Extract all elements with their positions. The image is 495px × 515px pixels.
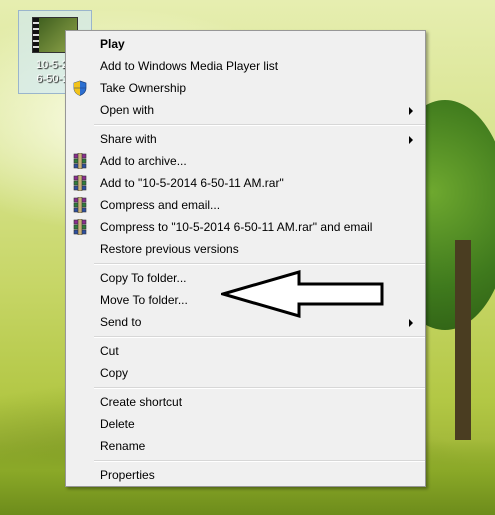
uac-shield-icon	[72, 80, 88, 96]
menu-item-cut[interactable]: Cut	[66, 340, 425, 362]
menu-item-compress-and-email[interactable]: Compress and email...	[66, 194, 425, 216]
menu-item-label: Play	[100, 37, 125, 51]
menu-item-restore-previous-versions[interactable]: Restore previous versions	[66, 238, 425, 260]
menu-separator	[94, 387, 425, 389]
menu-item-label: Compress to "10-5-2014 6-50-11 AM.rar" a…	[100, 220, 373, 234]
menu-item-label: Move To folder...	[100, 293, 188, 307]
menu-item-label: Compress and email...	[100, 198, 221, 212]
menu-item-add-to-archive[interactable]: Add to archive...	[66, 150, 425, 172]
menu-separator	[94, 124, 425, 126]
menu-item-copy[interactable]: Copy	[66, 362, 425, 384]
menu-item-delete[interactable]: Delete	[66, 413, 425, 435]
menu-separator	[94, 336, 425, 338]
menu-item-create-shortcut[interactable]: Create shortcut	[66, 391, 425, 413]
menu-separator	[94, 263, 425, 265]
menu-item-label: Share with	[100, 132, 157, 146]
menu-item-label: Add to archive...	[100, 154, 187, 168]
left-arrow-annotation-icon	[221, 270, 384, 318]
menu-item-label: Restore previous versions	[100, 242, 239, 256]
context-menu: Play Add to Windows Media Player list Take…	[65, 30, 426, 487]
menu-item-label: Delete	[100, 417, 135, 431]
menu-item-label: Properties	[100, 468, 155, 482]
menu-item-label: Take Ownership	[100, 81, 187, 95]
winrar-icon	[72, 152, 88, 170]
submenu-arrow-icon	[409, 107, 413, 115]
submenu-arrow-icon	[409, 136, 413, 144]
menu-item-label: Add to "10-5-2014 6-50-11 AM.rar"	[100, 176, 284, 190]
menu-item-label: Cut	[100, 344, 119, 358]
menu-item-label: Copy To folder...	[100, 271, 187, 285]
submenu-arrow-icon	[409, 319, 413, 327]
menu-item-play[interactable]: Play	[66, 33, 425, 55]
winrar-icon	[72, 218, 88, 236]
menu-item-label: Add to Windows Media Player list	[100, 59, 279, 73]
menu-item-add-to-10-5-2014-6-50-11-am-rar[interactable]: Add to "10-5-2014 6-50-11 AM.rar"	[66, 172, 425, 194]
menu-item-take-ownership[interactable]: Take Ownership	[66, 77, 425, 99]
winrar-icon	[72, 174, 88, 192]
menu-item-label: Copy	[100, 366, 129, 380]
menu-item-label: Rename	[100, 439, 146, 453]
menu-item-properties[interactable]: Properties	[66, 464, 425, 486]
menu-item-label: Create shortcut	[100, 395, 183, 409]
menu-item-compress-to-10-5-2014-6-50-11-am-rar-and-email[interactable]: Compress to "10-5-2014 6-50-11 AM.rar" a…	[66, 216, 425, 238]
winrar-icon	[72, 196, 88, 214]
menu-item-label: Send to	[100, 315, 142, 329]
menu-item-add-to-windows-media-player-list[interactable]: Add to Windows Media Player list	[66, 55, 425, 77]
menu-item-label: Open with	[100, 103, 155, 117]
menu-separator	[94, 460, 425, 462]
menu-item-share-with[interactable]: Share with	[66, 128, 425, 150]
menu-item-rename[interactable]: Rename	[66, 435, 425, 457]
menu-item-open-with[interactable]: Open with	[66, 99, 425, 121]
